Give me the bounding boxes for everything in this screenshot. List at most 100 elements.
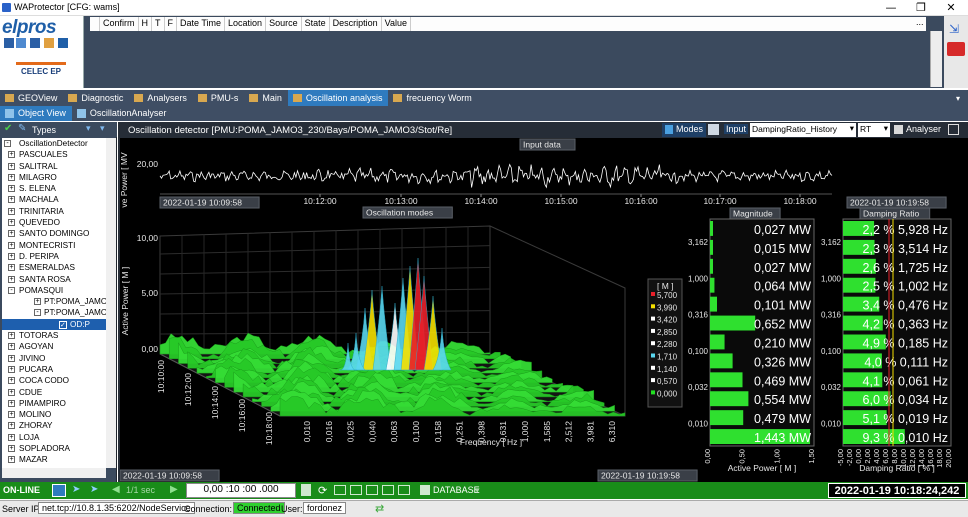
tree-node[interactable]: + TRINITARIA xyxy=(2,206,106,217)
toolbar-icon[interactable] xyxy=(4,38,14,48)
refresh-icon[interactable]: ⟳ xyxy=(318,484,330,497)
info-icon[interactable] xyxy=(58,38,68,48)
tree-node[interactable]: + QUEVEDO xyxy=(2,217,106,228)
chevron-down-icon[interactable]: ▾ xyxy=(475,485,480,496)
events-column-header[interactable]: Location xyxy=(225,17,267,31)
expand-icon[interactable]: + xyxy=(8,151,15,159)
expand-icon[interactable]: + xyxy=(8,252,15,260)
arrows-icon[interactable]: ⇄ xyxy=(375,502,384,515)
expand-icon[interactable]: + xyxy=(8,354,15,362)
events-column-header[interactable]: Description xyxy=(330,17,382,31)
expand-icon[interactable]: + xyxy=(8,241,15,249)
tree-node[interactable]: + SANTA ROSA xyxy=(2,274,106,285)
tabs-dropdown-icon[interactable]: ▾ xyxy=(956,94,960,103)
tab-analysers[interactable]: Analysers xyxy=(129,90,193,106)
expand-icon[interactable]: + xyxy=(8,173,15,181)
tree-node[interactable]: + PT:POMA_JAMO xyxy=(2,296,106,307)
expand-icon[interactable]: + xyxy=(8,230,15,238)
minimize-button[interactable]: — xyxy=(876,0,906,16)
zoom-fit-icon[interactable] xyxy=(334,485,346,495)
events-more-button[interactable]: ... xyxy=(916,17,928,31)
expand-icon[interactable]: + xyxy=(8,162,15,170)
toolbar-icon[interactable] xyxy=(30,38,40,48)
expand-icon[interactable]: + xyxy=(8,264,15,272)
events-column-header[interactable]: State xyxy=(302,17,330,31)
expand-icon[interactable]: + xyxy=(8,275,15,283)
expand-icon[interactable]: + xyxy=(8,207,15,215)
events-column-header[interactable]: T xyxy=(152,17,165,31)
restore-button[interactable]: ❐ xyxy=(906,0,936,16)
tree-node[interactable]: + MOLINO xyxy=(2,409,106,420)
tree-node[interactable]: ✓ OD:P xyxy=(2,318,106,331)
step-back-icon[interactable]: ◀ xyxy=(112,484,120,495)
checkbox-icon[interactable]: ✓ xyxy=(59,320,67,329)
tree-node[interactable]: + JIVINO xyxy=(2,353,106,364)
modes-button[interactable]: Modes xyxy=(662,123,706,137)
alarm-horn-icon[interactable] xyxy=(947,42,965,56)
expand-icon[interactable]: + xyxy=(8,343,15,351)
expand-icon[interactable]: + xyxy=(8,365,15,373)
live-mode-icon[interactable] xyxy=(52,484,66,497)
filter-icon[interactable]: ✎ xyxy=(18,123,26,134)
settings-icon[interactable] xyxy=(708,124,719,135)
expand-icon[interactable]: + xyxy=(8,399,15,407)
tree-node[interactable]: + PASCUALES xyxy=(2,149,106,160)
database-label[interactable]: DATABASE xyxy=(433,485,480,495)
tree-node[interactable]: + PUCARA xyxy=(2,364,106,375)
collapse-icon[interactable]: ▾ xyxy=(86,123,91,134)
events-column-header[interactable]: Date Time xyxy=(177,17,226,31)
tree-node[interactable]: - OscillationDetector xyxy=(2,138,106,149)
collapse-icon[interactable]: - xyxy=(4,140,11,147)
tree-node[interactable]: + AGOYAN xyxy=(2,341,106,352)
events-column-header[interactable]: Value xyxy=(382,17,411,31)
zoom-y-icon[interactable] xyxy=(398,485,410,495)
tree-horizontal-scrollbar[interactable] xyxy=(2,468,106,478)
database-icon[interactable] xyxy=(420,485,430,495)
tree-node[interactable]: + ESMERALDAS xyxy=(2,262,106,273)
pin-icon[interactable]: ⇲ xyxy=(949,22,963,36)
tree-node[interactable]: - POMASQUI xyxy=(2,285,106,296)
expand-icon[interactable]: + xyxy=(8,456,15,464)
expand-icon[interactable]: ▾ xyxy=(100,123,105,134)
tree-node[interactable]: + MONTECRISTI xyxy=(2,240,106,251)
tab-oscillation-analysis[interactable]: Oscillation analysis xyxy=(287,90,389,106)
check-icon[interactable]: ✔ xyxy=(4,123,12,134)
export-icon[interactable] xyxy=(948,124,959,135)
tree-node[interactable]: + MILAGRO xyxy=(2,172,106,183)
expand-icon[interactable]: + xyxy=(8,411,15,419)
analyser-button[interactable]: Analyser xyxy=(894,124,941,134)
expand-icon[interactable]: + xyxy=(8,196,15,204)
collapse-icon[interactable]: - xyxy=(8,286,15,294)
tree-vertical-scrollbar[interactable] xyxy=(106,138,116,468)
events-column-header[interactable]: Source xyxy=(266,17,302,31)
tab-frecuency-worm[interactable]: frecuency Worm xyxy=(388,90,477,106)
expand-icon[interactable]: + xyxy=(8,422,15,430)
toolbar-icon[interactable] xyxy=(16,38,26,48)
tree-node[interactable]: + PIMAMPIRO xyxy=(2,398,106,409)
expand-icon[interactable]: + xyxy=(8,433,15,441)
expand-icon[interactable]: + xyxy=(34,298,41,306)
subtab-object-view[interactable]: Object View xyxy=(0,106,72,121)
collapse-icon[interactable]: - xyxy=(34,309,41,317)
tree-node[interactable]: + COCA CODO xyxy=(2,375,106,386)
events-scrollbar[interactable] xyxy=(930,31,942,87)
tree-node[interactable]: + TOTORAS xyxy=(2,330,106,341)
tab-geoview[interactable]: GEOView xyxy=(0,90,63,106)
events-column-header[interactable] xyxy=(90,17,100,31)
expand-icon[interactable]: + xyxy=(8,445,15,453)
play-icon[interactable]: ▶ xyxy=(170,484,178,495)
calendar-icon[interactable] xyxy=(301,484,311,496)
input-select[interactable]: DampingRatio_History ▾ xyxy=(750,123,856,137)
events-column-header[interactable]: F xyxy=(165,17,178,31)
tree-node[interactable]: + SALITRAL xyxy=(2,161,106,172)
subtab-oscillationanalyser[interactable]: OscillationAnalyser xyxy=(72,106,173,121)
events-column-header[interactable]: H xyxy=(139,17,153,31)
rt-select[interactable]: RT ▾ xyxy=(858,123,890,137)
tab-pmu-s[interactable]: PMU-s xyxy=(193,90,245,106)
tab-diagnostic[interactable]: Diagnostic xyxy=(63,90,129,106)
zoom-x-icon[interactable] xyxy=(382,485,394,495)
tree-node[interactable]: + MAZAR xyxy=(2,454,106,465)
tree-node[interactable]: + MACHALA xyxy=(2,194,106,205)
tab-main[interactable]: Main xyxy=(244,90,288,106)
tree-node[interactable]: + SOPLADORA xyxy=(2,443,106,454)
